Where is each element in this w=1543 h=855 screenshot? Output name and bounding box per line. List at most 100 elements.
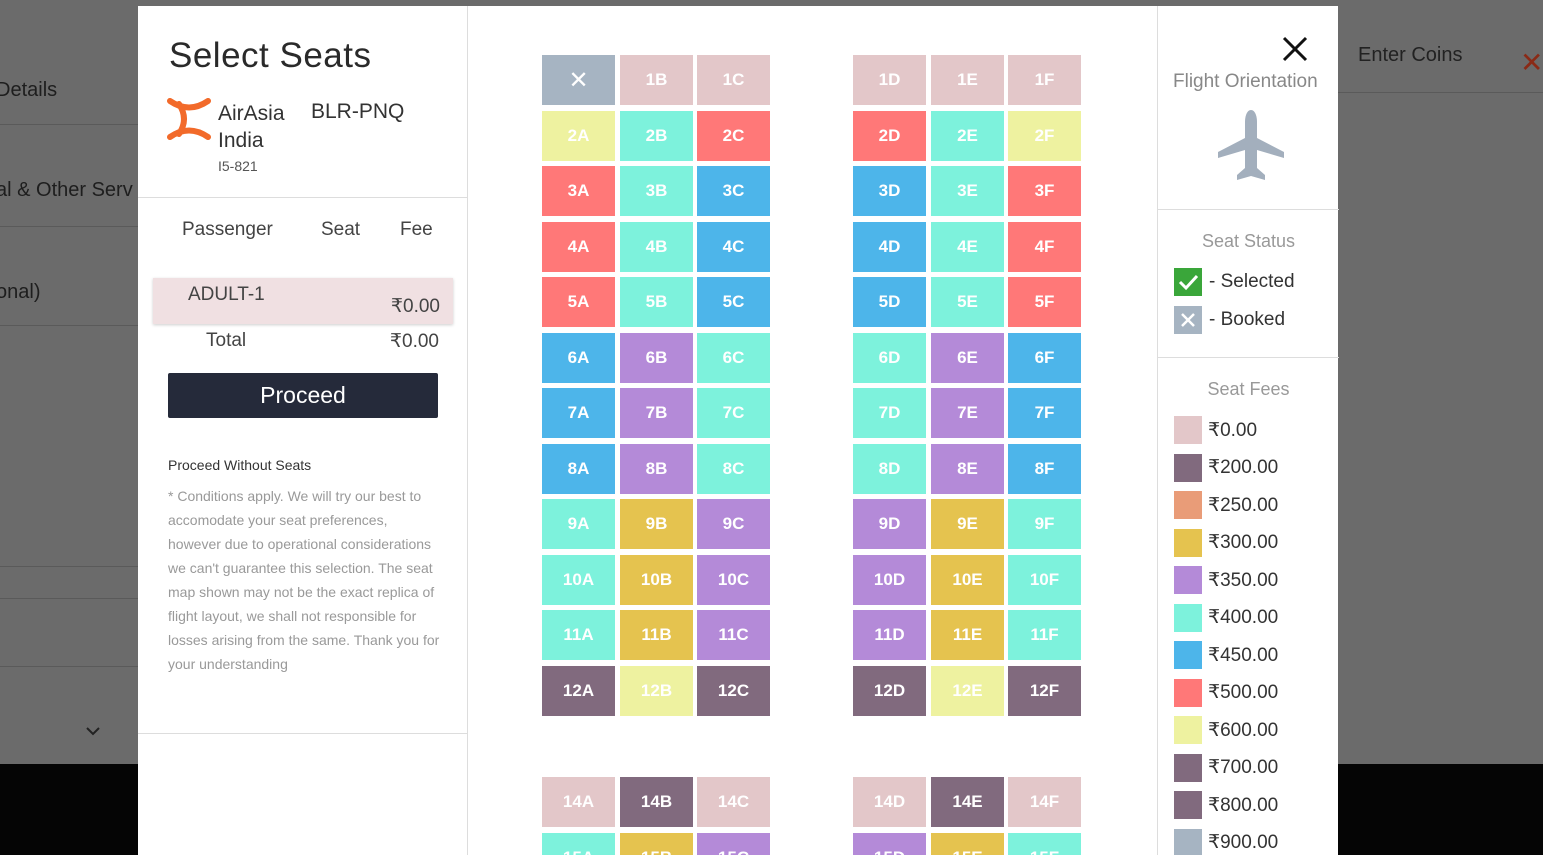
seat-8F[interactable]: 8F bbox=[1008, 443, 1081, 494]
seat-1E[interactable]: 1E bbox=[931, 55, 1004, 105]
seat-6C[interactable]: 6C bbox=[697, 332, 770, 383]
seat-14D[interactable]: 14D bbox=[853, 777, 926, 827]
seat-3A[interactable]: 3A bbox=[542, 166, 615, 216]
seat-11B[interactable]: 11B bbox=[620, 610, 693, 660]
seat-14C[interactable]: 14C bbox=[697, 777, 770, 827]
seat-3C[interactable]: 3C bbox=[697, 166, 770, 216]
proceed-without-seats-link[interactable]: Proceed Without Seats bbox=[168, 457, 311, 473]
seat-6B[interactable]: 6B bbox=[620, 332, 693, 383]
bg-optional-label[interactable]: onal) bbox=[0, 281, 40, 304]
seat-8D[interactable]: 8D bbox=[853, 443, 926, 494]
proceed-button[interactable]: Proceed bbox=[168, 373, 438, 418]
seat-selection-modal: Select Seats AirAsia India BLR-PNQ I5-82… bbox=[138, 6, 1339, 855]
seat-10E[interactable]: 10E bbox=[931, 554, 1004, 605]
seat-8B[interactable]: 8B bbox=[620, 443, 693, 494]
seat-8A[interactable]: 8A bbox=[542, 443, 615, 494]
seat-2E[interactable]: 2E bbox=[931, 110, 1004, 161]
fee-legend-item: ₹800.00 bbox=[1174, 791, 1278, 819]
close-icon[interactable] bbox=[1278, 32, 1312, 66]
seat-7F[interactable]: 7F bbox=[1008, 388, 1081, 438]
seat-10F[interactable]: 10F bbox=[1008, 554, 1081, 605]
seat-11D[interactable]: 11D bbox=[853, 610, 926, 660]
seat-3E[interactable]: 3E bbox=[931, 166, 1004, 216]
fee-color-swatch bbox=[1174, 603, 1202, 632]
seat-14A[interactable]: 14A bbox=[542, 777, 615, 827]
seat-3F[interactable]: 3F bbox=[1008, 166, 1081, 216]
flight-number: I5-821 bbox=[218, 158, 258, 174]
seat-10C[interactable]: 10C bbox=[697, 554, 770, 605]
seat-9C[interactable]: 9C bbox=[697, 499, 770, 549]
seat-11F[interactable]: 11F bbox=[1008, 610, 1081, 660]
seat-7A[interactable]: 7A bbox=[542, 388, 615, 438]
seat-12F[interactable]: 12F bbox=[1008, 665, 1081, 716]
seat-5A[interactable]: 5A bbox=[542, 277, 615, 327]
seat-15E[interactable]: 15E bbox=[931, 832, 1004, 855]
seat-5F[interactable]: 5F bbox=[1008, 277, 1081, 327]
seat-2B[interactable]: 2B bbox=[620, 110, 693, 161]
seat-4B[interactable]: 4B bbox=[620, 221, 693, 272]
seat-9B[interactable]: 9B bbox=[620, 499, 693, 549]
seat-4D[interactable]: 4D bbox=[853, 221, 926, 272]
seat-10A[interactable]: 10A bbox=[542, 554, 615, 605]
seat-1C[interactable]: 1C bbox=[697, 55, 770, 105]
seat-6E[interactable]: 6E bbox=[931, 332, 1004, 383]
seat-7D[interactable]: 7D bbox=[853, 388, 926, 438]
seat-15A[interactable]: 15A bbox=[542, 832, 615, 855]
seat-5D[interactable]: 5D bbox=[853, 277, 926, 327]
seat-4C[interactable]: 4C bbox=[697, 221, 770, 272]
seat-9D[interactable]: 9D bbox=[853, 499, 926, 549]
seat-3B[interactable]: 3B bbox=[620, 166, 693, 216]
bg-close-icon[interactable]: ✕ bbox=[1520, 46, 1543, 79]
seat-12C[interactable]: 12C bbox=[697, 665, 770, 716]
seat-2C[interactable]: 2C bbox=[697, 110, 770, 161]
seat-11C[interactable]: 11C bbox=[697, 610, 770, 660]
seat-12E[interactable]: 12E bbox=[931, 665, 1004, 716]
seat-5C[interactable]: 5C bbox=[697, 277, 770, 327]
seat-7E[interactable]: 7E bbox=[931, 388, 1004, 438]
seat-5E[interactable]: 5E bbox=[931, 277, 1004, 327]
seat-6D[interactable]: 6D bbox=[853, 332, 926, 383]
seat-7C[interactable]: 7C bbox=[697, 388, 770, 438]
seat-11E[interactable]: 11E bbox=[931, 610, 1004, 660]
seat-11A[interactable]: 11A bbox=[542, 610, 615, 660]
passenger-row[interactable]: ADULT-1 ₹0.00 bbox=[153, 278, 453, 324]
bg-services-label[interactable]: al & Other Serv bbox=[0, 179, 133, 202]
seat-9E[interactable]: 9E bbox=[931, 499, 1004, 549]
seat-14E[interactable]: 14E bbox=[931, 777, 1004, 827]
seat-3D[interactable]: 3D bbox=[853, 166, 926, 216]
seat-12B[interactable]: 12B bbox=[620, 665, 693, 716]
seat-2D[interactable]: 2D bbox=[853, 110, 926, 161]
seat-14B[interactable]: 14B bbox=[620, 777, 693, 827]
seat-14F[interactable]: 14F bbox=[1008, 777, 1081, 827]
seat-1D[interactable]: 1D bbox=[853, 55, 926, 105]
seat-12A[interactable]: 12A bbox=[542, 665, 615, 716]
seat-15D[interactable]: 15D bbox=[853, 832, 926, 855]
seat-5B[interactable]: 5B bbox=[620, 277, 693, 327]
seat-1B[interactable]: 1B bbox=[620, 55, 693, 105]
seat-15F[interactable]: 15F bbox=[1008, 832, 1081, 855]
seat-2F[interactable]: 2F bbox=[1008, 110, 1081, 161]
seat-4E[interactable]: 4E bbox=[931, 221, 1004, 272]
seat-9F[interactable]: 9F bbox=[1008, 499, 1081, 549]
seat-2A[interactable]: 2A bbox=[542, 110, 615, 161]
seat-8C[interactable]: 8C bbox=[697, 443, 770, 494]
enter-coins-label[interactable]: Enter Coins bbox=[1358, 44, 1463, 67]
seat-8E[interactable]: 8E bbox=[931, 443, 1004, 494]
seat-15C[interactable]: 15C bbox=[697, 832, 770, 855]
seat-9A[interactable]: 9A bbox=[542, 499, 615, 549]
seat-4F[interactable]: 4F bbox=[1008, 221, 1081, 272]
fee-color-swatch bbox=[1174, 453, 1202, 482]
seat-15B[interactable]: 15B bbox=[620, 832, 693, 855]
seat-10D[interactable]: 10D bbox=[853, 554, 926, 605]
chevron-down-icon[interactable] bbox=[86, 726, 100, 736]
seat-booked[interactable]: ✕ bbox=[542, 55, 615, 105]
seat-12D[interactable]: 12D bbox=[853, 665, 926, 716]
seat-10B[interactable]: 10B bbox=[620, 554, 693, 605]
seat-6F[interactable]: 6F bbox=[1008, 332, 1081, 383]
seat-6A[interactable]: 6A bbox=[542, 332, 615, 383]
seat-7B[interactable]: 7B bbox=[620, 388, 693, 438]
bg-details-label[interactable]: Details bbox=[0, 79, 57, 102]
fee-legend-label: ₹450.00 bbox=[1208, 644, 1279, 666]
seat-1F[interactable]: 1F bbox=[1008, 55, 1081, 105]
seat-4A[interactable]: 4A bbox=[542, 221, 615, 272]
